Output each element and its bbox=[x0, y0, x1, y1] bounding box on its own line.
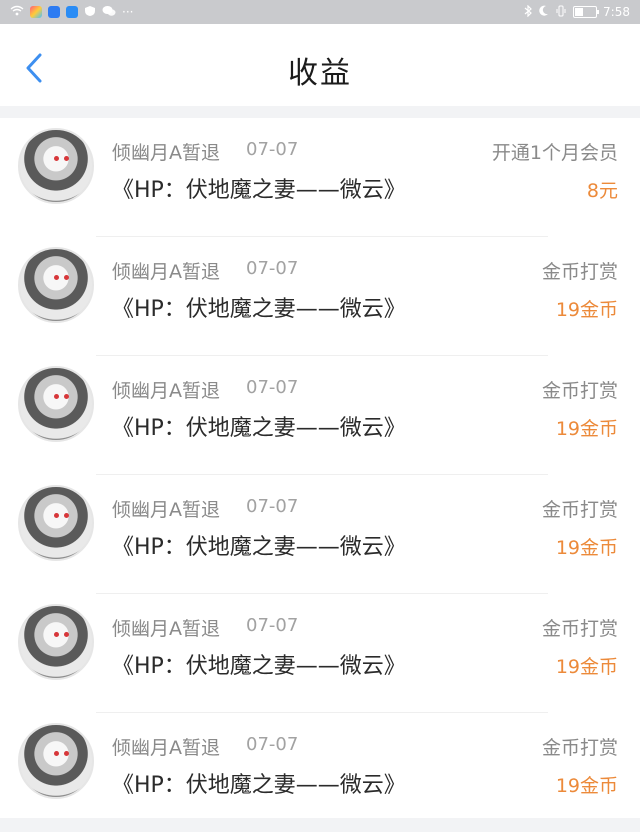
bluetooth-icon bbox=[524, 4, 532, 20]
battery-icon bbox=[573, 6, 600, 18]
list-item[interactable]: 倾幽月A暂退 07-07 金币打赏 《HP：伏地魔之妻——微云》 19金币 bbox=[0, 594, 640, 713]
search-app-icon bbox=[66, 6, 78, 18]
status-time: 7:58 bbox=[603, 5, 630, 19]
user-name: 倾幽月A暂退 bbox=[112, 142, 220, 164]
avatar[interactable] bbox=[18, 604, 94, 680]
list-item[interactable]: 倾幽月A暂退 07-07 金币打赏 《HP：伏地魔之妻——微云》 19金币 bbox=[0, 237, 640, 356]
user-name: 倾幽月A暂退 bbox=[112, 737, 220, 759]
income-amount: 19金币 bbox=[555, 418, 618, 440]
list-item[interactable]: 倾幽月A暂退 07-07 金币打赏 《HP：伏地魔之妻——微云》 19金币 bbox=[0, 356, 640, 475]
book-title: 《HP：伏地魔之妻——微云》 bbox=[112, 297, 406, 322]
wechat-icon bbox=[102, 5, 116, 20]
income-amount: 19金币 bbox=[555, 656, 618, 678]
list-item[interactable]: 倾幽月A暂退 07-07 开通1个月会员 《HP：伏地魔之妻——微云》 8元 bbox=[0, 118, 640, 237]
avatar[interactable] bbox=[18, 366, 94, 442]
wifi-icon bbox=[10, 5, 24, 20]
more-notifications-indicator: ··· bbox=[122, 5, 134, 19]
book-title: 《HP：伏地魔之妻——微云》 bbox=[112, 416, 406, 441]
record-date: 07-07 bbox=[246, 258, 299, 279]
record-date: 07-07 bbox=[246, 615, 299, 636]
avatar[interactable] bbox=[18, 247, 94, 323]
user-name: 倾幽月A暂退 bbox=[112, 618, 220, 640]
record-date: 07-07 bbox=[246, 734, 299, 755]
avatar[interactable] bbox=[18, 485, 94, 561]
record-date: 07-07 bbox=[246, 496, 299, 517]
book-title: 《HP：伏地魔之妻——微云》 bbox=[112, 654, 406, 679]
status-bar: ··· 7:58 bbox=[0, 0, 640, 24]
book-title: 《HP：伏地魔之妻——微云》 bbox=[112, 535, 406, 560]
status-right-icons: 7:58 bbox=[524, 4, 630, 20]
income-type: 开通1个月会员 bbox=[491, 142, 618, 164]
income-amount: 19金币 bbox=[555, 537, 618, 559]
moon-icon bbox=[538, 5, 549, 20]
app-icon-colorful bbox=[30, 6, 42, 18]
income-type: 金币打赏 bbox=[541, 737, 618, 759]
user-name: 倾幽月A暂退 bbox=[112, 499, 220, 521]
earnings-list: 倾幽月A暂退 07-07 开通1个月会员 《HP：伏地魔之妻——微云》 8元 倾… bbox=[0, 118, 640, 818]
vibrate-icon bbox=[555, 5, 567, 20]
list-item[interactable]: 倾幽月A暂退 07-07 金币打赏 《HP：伏地魔之妻——微云》 19金币 bbox=[0, 713, 640, 832]
app-icon-blue-shield bbox=[48, 6, 60, 18]
list-item[interactable]: 倾幽月A暂退 07-07 金币打赏 《HP：伏地魔之妻——微云》 19金币 bbox=[0, 475, 640, 594]
avatar[interactable] bbox=[18, 723, 94, 799]
page-header: 收益 bbox=[0, 24, 640, 106]
income-amount: 19金币 bbox=[555, 775, 618, 797]
income-amount: 8元 bbox=[586, 180, 618, 202]
income-type: 金币打赏 bbox=[541, 261, 618, 283]
income-amount: 19金币 bbox=[555, 299, 618, 321]
status-left-icons: ··· bbox=[10, 5, 133, 20]
avatar[interactable] bbox=[18, 128, 94, 204]
record-date: 07-07 bbox=[246, 377, 299, 398]
user-name: 倾幽月A暂退 bbox=[112, 261, 220, 283]
book-title: 《HP：伏地魔之妻——微云》 bbox=[112, 773, 406, 798]
book-title: 《HP：伏地魔之妻——微云》 bbox=[112, 178, 406, 203]
income-type: 金币打赏 bbox=[541, 499, 618, 521]
shield-icon bbox=[84, 5, 96, 20]
record-date: 07-07 bbox=[246, 139, 299, 160]
user-name: 倾幽月A暂退 bbox=[112, 380, 220, 402]
income-type: 金币打赏 bbox=[541, 618, 618, 640]
page-title: 收益 bbox=[288, 56, 352, 91]
income-type: 金币打赏 bbox=[541, 380, 618, 402]
